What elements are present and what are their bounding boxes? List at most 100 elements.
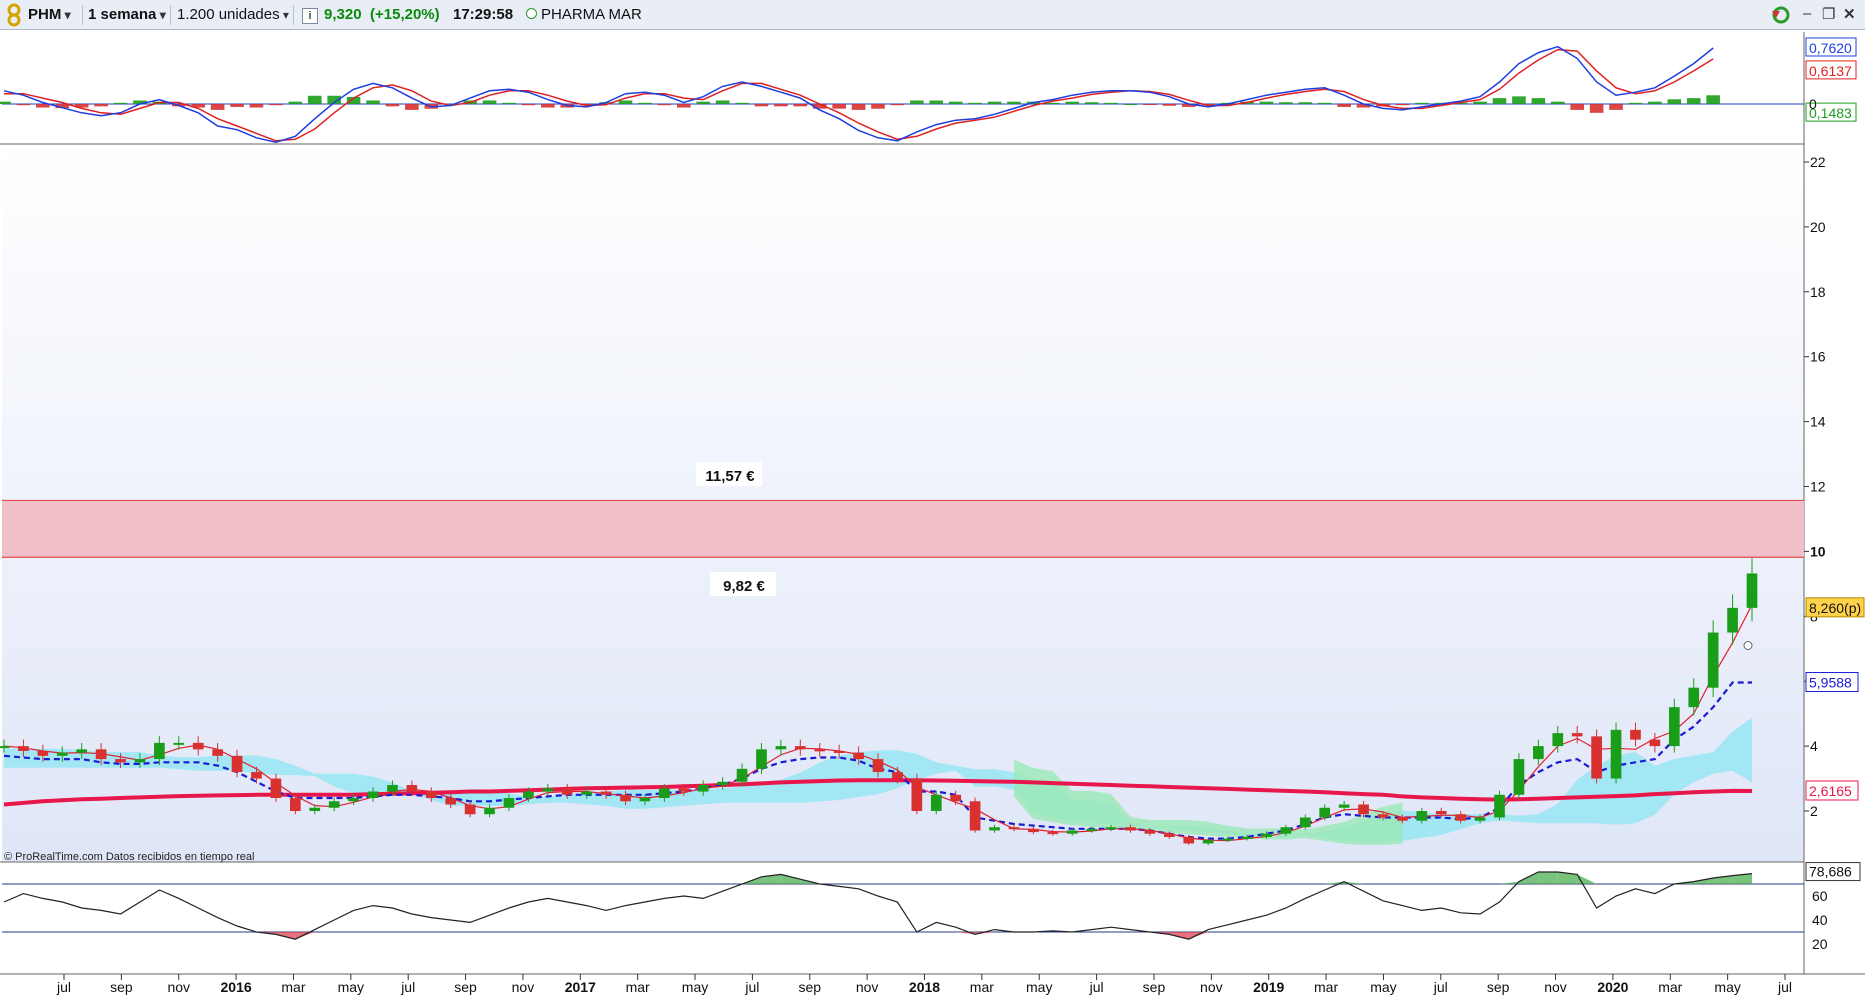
candle-body: [911, 778, 923, 811]
candle-body: [736, 768, 748, 782]
period-selector[interactable]: 1 semana: [88, 4, 166, 26]
macd-histogram-bar: [405, 104, 419, 110]
macd-value-label: 0,7620: [1809, 40, 1852, 56]
candle-body: [1261, 833, 1272, 837]
close-icon[interactable]: ✕: [1843, 5, 1856, 23]
candle-body: [1746, 573, 1758, 608]
candle-body: [1338, 804, 1350, 808]
time-tick-label: may: [682, 979, 708, 995]
candle-body: [1280, 827, 1292, 834]
instrument-name: PHARMA MAR: [541, 6, 642, 23]
macd-histogram-bar: [1512, 96, 1526, 104]
macd-histogram-bar: [385, 104, 400, 107]
last-price: 9,320: [324, 6, 362, 23]
macd-histogram-bar: [1589, 104, 1604, 113]
candle-body: [1552, 733, 1564, 747]
macd-histogram-bar: [1473, 101, 1487, 104]
rsi-tick-label: 20: [1812, 936, 1828, 952]
macd-histogram-bar: [1531, 98, 1546, 104]
macd-histogram-bar: [754, 104, 769, 107]
macd-histogram-bar: [1104, 102, 1118, 104]
candle-body: [1202, 840, 1214, 844]
candle-body: [173, 742, 185, 745]
time-tick-label: mar: [1314, 979, 1338, 995]
macd-histogram-bar: [1143, 104, 1157, 105]
macd-histogram-bar: [696, 101, 710, 104]
time-tick-label: may: [338, 979, 364, 995]
macd-histogram-bar: [948, 101, 963, 104]
candle-body: [289, 798, 301, 811]
macd-histogram-bar: [541, 104, 555, 108]
restore-icon[interactable]: ❐: [1822, 5, 1835, 23]
macd-histogram-bar: [0, 101, 11, 104]
candle-body: [367, 791, 379, 799]
candle-body: [1474, 817, 1486, 821]
time-tick-label: 2020: [1597, 979, 1628, 995]
time-tick-label: mar: [281, 979, 305, 995]
last-time: 17:29:58: [453, 6, 514, 23]
candle-body: [930, 794, 942, 811]
zone-high-label: 11,57 €: [705, 468, 755, 485]
macd-histogram-bar: [890, 104, 905, 106]
macd-histogram-bar: [657, 104, 672, 106]
macd-histogram-bar: [774, 104, 788, 107]
macd-histogram-bar: [16, 104, 31, 106]
macd-histogram-bar: [793, 104, 808, 107]
macd-histogram-bar: [1415, 102, 1429, 104]
link-icon[interactable]: [6, 3, 22, 27]
time-tick-label: mar: [1658, 979, 1682, 995]
candle-body: [542, 788, 554, 792]
macd-histogram-bar: [676, 104, 691, 108]
macd-histogram-bar: [968, 102, 982, 104]
macd-histogram-bar: [735, 102, 749, 104]
candle-body: [833, 750, 845, 753]
time-tick-label: 2019: [1253, 979, 1284, 995]
macd-histogram-bar: [1046, 102, 1060, 104]
candle-body: [1047, 832, 1059, 835]
macd-histogram-bar: [832, 104, 846, 109]
chart-area[interactable]: 11,57 € 9,82 € 2220181614121086428,260(p…: [0, 30, 1865, 1000]
macd-histogram-bar: [1259, 101, 1274, 104]
candle-body: [270, 778, 282, 799]
time-tick-label: jul: [400, 979, 415, 995]
macd-value-label: 0,6137: [1809, 63, 1852, 79]
candle-body: [756, 749, 767, 769]
symbol-selector[interactable]: PHM: [28, 4, 71, 26]
candle-body: [1066, 830, 1078, 834]
candle-body: [989, 827, 1000, 831]
time-tick-label: 2017: [565, 979, 596, 995]
macd-histogram-bar: [1279, 102, 1293, 104]
candle-body: [1163, 833, 1175, 837]
units-selector[interactable]: 1.200 unidades: [177, 4, 289, 26]
resistance-zone[interactable]: [2, 500, 1804, 558]
minimize-icon[interactable]: –: [1803, 5, 1811, 22]
macd-histogram-bar: [929, 100, 944, 104]
macd-histogram-bar: [269, 104, 283, 106]
candle-body: [639, 798, 651, 802]
macd-histogram-bar: [1395, 104, 1410, 106]
candle-body: [717, 781, 728, 786]
candle-body: [678, 788, 690, 792]
candle-body: [387, 785, 398, 792]
candle-body: [581, 791, 593, 795]
price-tick-label: 12: [1810, 479, 1826, 495]
price-tick-label: 10: [1810, 543, 1826, 559]
candle-body: [503, 798, 515, 808]
refresh-icon[interactable]: [1768, 5, 1794, 29]
info-icon[interactable]: i: [302, 4, 318, 26]
macd-histogram-bar: [1492, 98, 1507, 104]
candle-body: [37, 750, 49, 756]
time-tick-label: sep: [454, 979, 477, 995]
candle-body: [794, 746, 806, 750]
candle-body: [328, 801, 340, 808]
macd-histogram-bar: [1065, 101, 1080, 104]
candle-body: [775, 746, 787, 750]
time-tick-label: sep: [798, 979, 821, 995]
candle-body: [348, 798, 359, 802]
candle-body: [561, 788, 573, 795]
candle-body: [484, 807, 495, 815]
macd-histogram-bar: [987, 101, 1002, 104]
price-tick-label: 18: [1810, 284, 1826, 300]
macd-histogram-bar: [1317, 102, 1332, 104]
rsi-overbought-fill: [1538, 872, 1558, 884]
